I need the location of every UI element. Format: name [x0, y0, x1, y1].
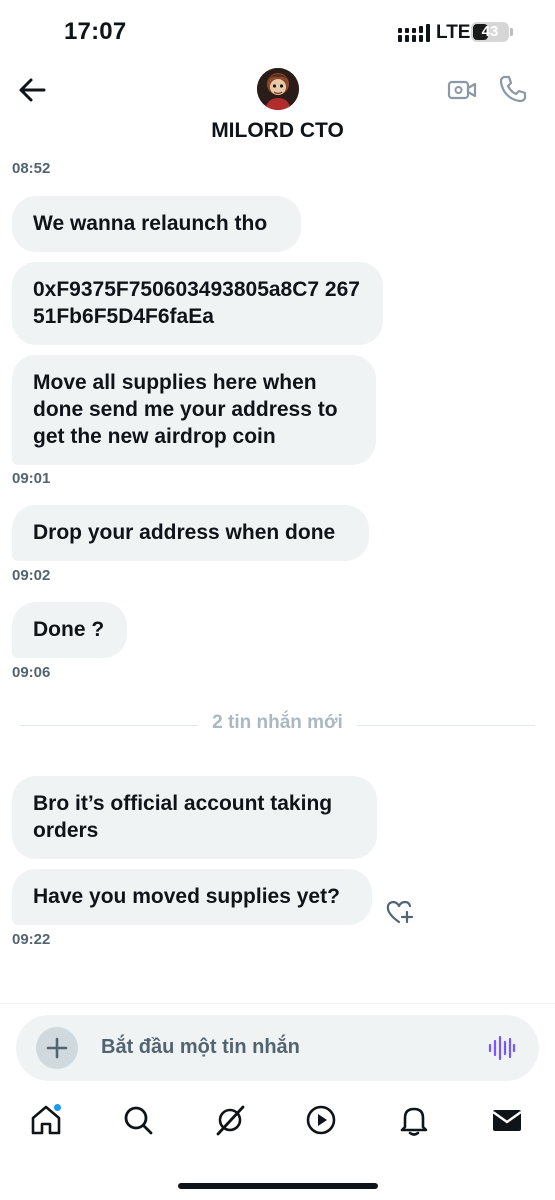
message-bubble[interactable]: Have you moved supplies yet?: [12, 869, 372, 925]
avatar-image: [257, 68, 299, 110]
message-timestamp: 09:22: [12, 931, 51, 948]
signal-icon: [398, 24, 430, 42]
video-camera-icon[interactable]: [446, 74, 478, 106]
battery-percentage: 43: [481, 23, 499, 40]
message-input[interactable]: Bắt đầu một tin nhắn: [101, 1036, 300, 1059]
message-timestamp: 08:52: [12, 160, 51, 177]
message-bubble[interactable]: Move all supplies here when done send me…: [12, 355, 376, 465]
status-time: 17:07: [64, 18, 127, 45]
message-timestamp: 09:02: [12, 567, 51, 584]
status-bar: 17:07 LTE 43: [0, 0, 555, 66]
bottom-navigation: [0, 1098, 555, 1152]
battery-icon: 43: [471, 22, 509, 42]
network-type: LTE: [436, 22, 471, 43]
plus-icon: [46, 1037, 68, 1059]
contact-avatar[interactable]: [257, 68, 299, 110]
battery-tip: [510, 28, 513, 36]
add-reaction-icon[interactable]: [385, 898, 415, 926]
divider-label: 2 tin nhắn mới: [198, 712, 357, 733]
new-messages-divider: 2 tin nhắn mới: [20, 712, 535, 736]
voice-message-icon[interactable]: [486, 1033, 516, 1063]
message-composer[interactable]: Bắt đầu một tin nhắn: [16, 1015, 539, 1081]
composer-divider: [0, 1003, 555, 1004]
message-bubble[interactable]: We wanna relaunch tho: [12, 196, 301, 252]
message-bubble[interactable]: Bro it’s official account taking orders: [12, 776, 377, 859]
bell-icon[interactable]: [396, 1102, 432, 1138]
message-bubble-wallet-address[interactable]: 0xF9375F750603493805a8C7 26751Fb6F5D4F6f…: [12, 262, 383, 345]
add-attachment-button[interactable]: [36, 1027, 78, 1069]
search-icon[interactable]: [120, 1102, 156, 1138]
home-indicator: [178, 1183, 378, 1189]
home-notification-dot: [53, 1103, 62, 1112]
video-play-icon[interactable]: [303, 1102, 339, 1138]
back-arrow-icon[interactable]: [14, 72, 50, 108]
message-timestamp: 09:06: [12, 664, 51, 681]
message-timestamp: 09:01: [12, 470, 51, 487]
grok-icon[interactable]: [212, 1102, 248, 1138]
message-bubble[interactable]: Drop your address when done: [12, 505, 369, 561]
mail-icon[interactable]: [489, 1102, 525, 1138]
contact-name[interactable]: MILORD CTO: [0, 119, 555, 143]
phone-icon[interactable]: [497, 73, 529, 105]
message-bubble[interactable]: Done ?: [12, 602, 127, 658]
